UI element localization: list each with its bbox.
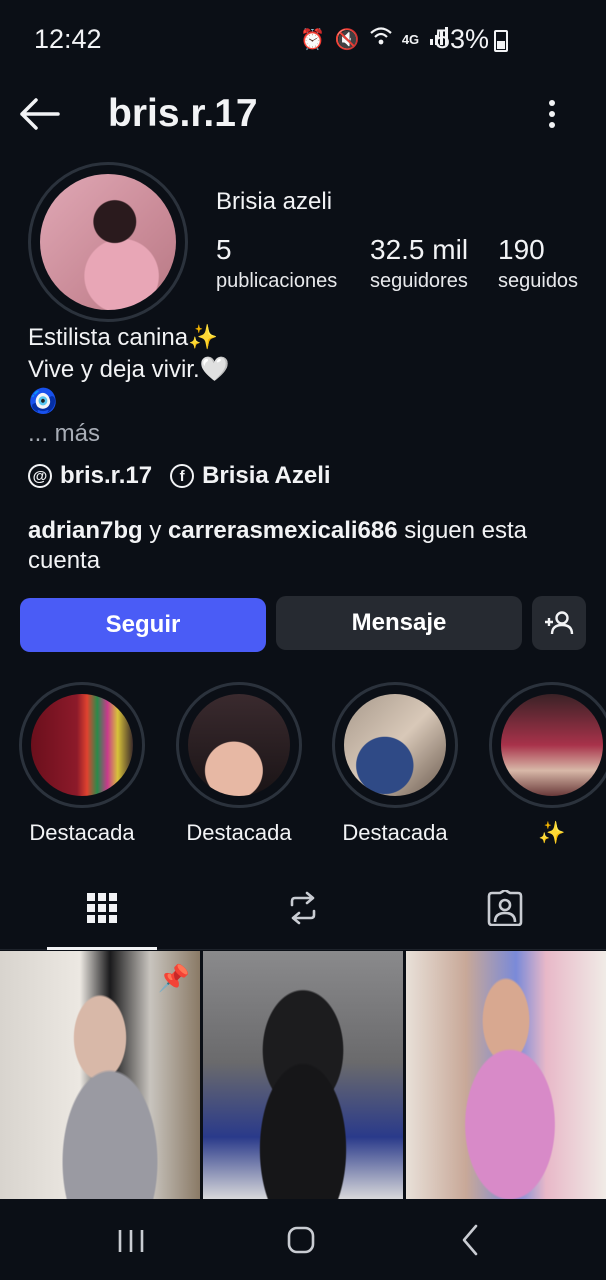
follower-username: adrian7bg	[28, 517, 143, 544]
reels-repost-icon	[290, 891, 316, 925]
story-highlight[interactable]: Destacada	[19, 682, 145, 846]
stat-value: 190	[498, 234, 545, 265]
home-button[interactable]	[286, 1222, 316, 1258]
stat-label: seguidores	[370, 270, 468, 292]
tagged-icon	[487, 890, 523, 926]
system-nav-bar	[0, 1200, 606, 1280]
alarm-icon: ⏰	[300, 28, 325, 51]
highlight-label: Destacada	[186, 820, 292, 845]
highlight-ring	[176, 682, 302, 808]
kebab-menu-icon	[538, 100, 566, 128]
stat-value: 5	[216, 234, 232, 265]
threads-link[interactable]: @ bris.r.17	[28, 462, 152, 490]
follow-button[interactable]: Seguir	[20, 598, 266, 652]
highlight-label: ✨	[538, 820, 566, 845]
story-highlight[interactable]: Destacada	[176, 682, 302, 846]
back-button[interactable]	[18, 94, 62, 134]
highlight-cover	[344, 694, 446, 796]
story-highlight[interactable]: Destacada	[332, 682, 458, 846]
recent-apps-button[interactable]	[116, 1222, 146, 1258]
post-thumbnail[interactable]: 📌	[0, 951, 200, 1199]
profile-actions: Seguir Mensaje	[20, 596, 586, 652]
facebook-link-label: Brisia Azeli	[202, 462, 331, 489]
highlight-label: Destacada	[29, 820, 135, 845]
highlight-cover	[31, 694, 133, 796]
threads-icon: @	[28, 464, 52, 488]
status-icons: ⏰ 🔇 4G	[300, 26, 449, 52]
threads-link-label: bris.r.17	[60, 462, 153, 489]
bio: Estilista canina✨ Vive y deja vivir.🤍 🧿 …	[28, 322, 230, 450]
home-icon	[287, 1226, 315, 1254]
bio-more-link[interactable]: ... más	[28, 418, 230, 450]
mute-icon: 🔇	[334, 28, 360, 51]
suggest-users-button[interactable]	[532, 596, 586, 650]
stat-following[interactable]: 190 seguidos	[498, 234, 578, 293]
post-thumbnail[interactable]	[203, 951, 403, 1199]
follower-username: carrerasmexicali686	[168, 517, 398, 544]
stat-value: 32.5 mil	[370, 234, 469, 265]
battery-percent: 53%	[434, 24, 489, 54]
posts-grid: 📌	[0, 951, 606, 1199]
highlight-ring	[332, 682, 458, 808]
battery-icon	[494, 30, 508, 52]
profile-header: bris.r.17	[0, 80, 606, 150]
stat-followers[interactable]: 32.5 mil seguidores	[370, 234, 468, 293]
post-image	[203, 951, 403, 1199]
message-button[interactable]: Mensaje	[276, 596, 522, 650]
stat-label: publicaciones	[216, 270, 338, 292]
story-highlight[interactable]: ✨	[489, 682, 606, 846]
more-options-button[interactable]	[538, 96, 566, 136]
tab-reposts[interactable]	[248, 868, 358, 948]
display-name: Brisia azeli	[216, 188, 333, 215]
grid-icon	[87, 893, 117, 923]
nav-back-button[interactable]	[458, 1222, 482, 1258]
facebook-icon: f	[170, 464, 195, 488]
network-type: 4G	[401, 31, 420, 47]
page-title: bris.r.17	[108, 92, 258, 135]
highlight-cover	[188, 694, 290, 796]
highlight-cover	[501, 694, 603, 796]
stat-posts[interactable]: 5 publicaciones	[216, 234, 337, 293]
tab-tagged[interactable]	[450, 868, 560, 948]
tab-posts[interactable]	[47, 868, 157, 950]
followed-by-conjunction: y	[142, 517, 169, 544]
highlight-label: Destacada	[342, 820, 448, 845]
stat-label: seguidos	[498, 270, 579, 292]
post-image	[406, 951, 606, 1199]
highlight-ring	[489, 682, 606, 808]
bio-line: 🧿	[28, 388, 58, 415]
status-bar: 12:42 ⏰ 🔇 4G 53%	[0, 0, 606, 80]
wifi-icon	[370, 26, 392, 52]
recents-icon	[118, 1230, 144, 1252]
status-time: 12:42	[34, 24, 102, 54]
profile-links: @ bris.r.17 f Brisia Azeli	[28, 462, 331, 490]
bio-line: Vive y deja vivir.🤍	[28, 356, 230, 383]
chevron-left-icon	[462, 1224, 478, 1256]
profile-tabs	[0, 868, 606, 950]
pinned-icon: 📌	[157, 963, 190, 993]
bio-line: Estilista canina✨	[28, 324, 218, 351]
highlight-ring	[19, 682, 145, 808]
avatar[interactable]	[28, 162, 188, 322]
post-thumbnail[interactable]	[406, 951, 606, 1199]
add-person-icon	[545, 611, 574, 635]
followed-by[interactable]: adrian7bg y carrerasmexicali686 siguen e…	[28, 516, 588, 576]
profile-photo	[40, 174, 176, 310]
facebook-link[interactable]: f Brisia Azeli	[170, 462, 331, 490]
arrow-left-icon	[20, 98, 60, 130]
